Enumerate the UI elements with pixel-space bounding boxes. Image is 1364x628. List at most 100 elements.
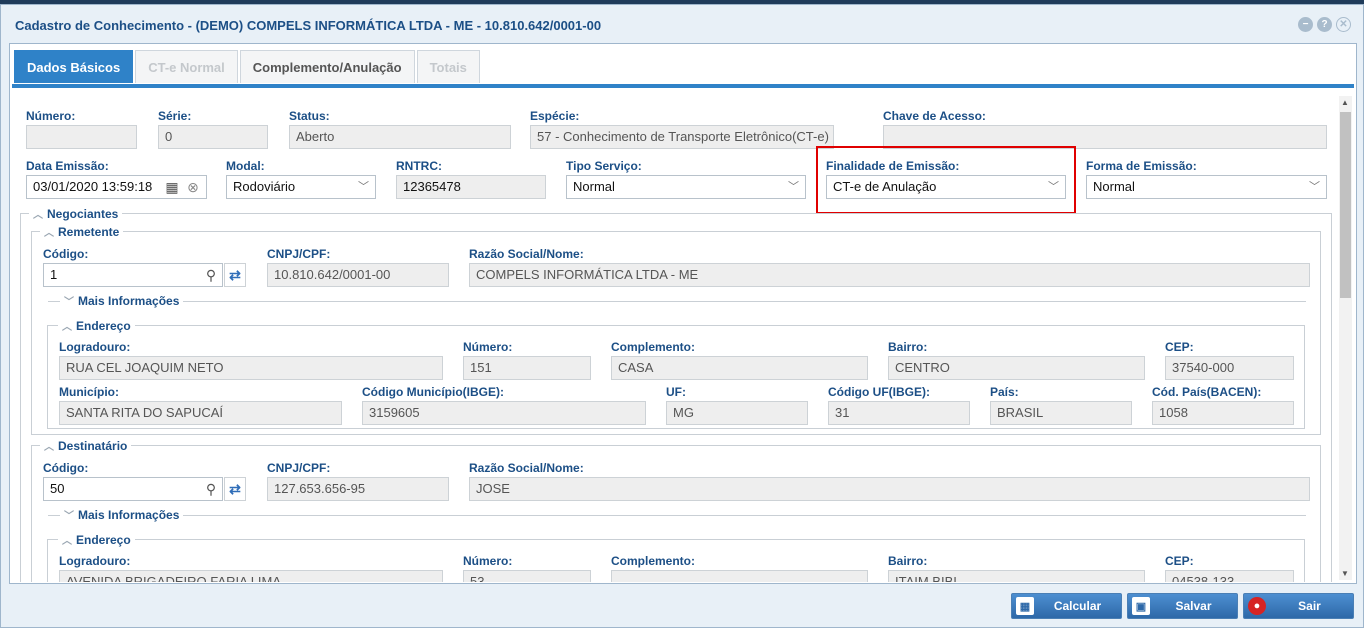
rem-cep-field[interactable]: 37540-000 [1165,356,1294,380]
refresh-icon[interactable]: ⇄ [224,477,246,501]
dest-logradouro-field[interactable]: AVENIDA BRIGADEIRO FARIA LIMA [59,570,443,582]
calendar-icon[interactable]: ▦ [162,176,182,198]
rem-numero-field[interactable]: 151 [463,356,591,380]
especie-label: Espécie: [530,109,580,123]
rem-cod-uf-label: Código UF(IBGE): [828,385,930,399]
forma-emissao-value: Normal [1093,179,1135,194]
rem-municipio-field[interactable]: SANTA RITA DO SAPUCAÍ [59,401,342,425]
rem-cod-mun-label: Código Município(IBGE): [362,385,504,399]
scroll-down-icon[interactable]: ▼ [1341,569,1349,578]
dest-codigo-field[interactable]: 50 [43,477,223,501]
forma-emissao-select[interactable]: Normal ﹀ [1086,175,1327,199]
dest-bairro-field[interactable]: ITAIM BIBI [888,570,1145,582]
chevron-down-icon: ﹀ [1309,181,1320,193]
chave-label: Chave de Acesso: [883,109,986,123]
rem-cnpj-field[interactable]: 10.810.642/0001-00 [267,263,449,287]
rem-cod-uf-field[interactable]: 31 [828,401,970,425]
modal-select[interactable]: Rodoviário ﹀ [226,175,376,199]
tipo-servico-select[interactable]: Normal ﹀ [566,175,806,199]
rem-complemento-field[interactable]: CASA [611,356,868,380]
serie-field[interactable]: 0 [158,125,268,149]
dest-complemento-field[interactable] [611,570,868,582]
chevron-down-icon: ﹀ [358,181,369,193]
save-icon: ▣ [1132,597,1150,615]
chevron-down-icon: ﹀ [64,511,74,522]
rem-uf-field[interactable]: MG [666,401,808,425]
dest-endereco-legend[interactable]: ︿ Endereço [58,532,135,547]
rem-codigo-field[interactable]: 1 [43,263,223,287]
modal-value: Rodoviário [233,179,296,194]
serie-label: Série: [158,109,192,123]
dest-logradouro-label: Logradouro: [59,554,131,568]
rem-pais-field[interactable]: BRASIL [990,401,1132,425]
rem-razao-label: Razão Social/Nome: [469,247,584,261]
dest-codigo-label: Código: [43,461,89,475]
remetente-legend[interactable]: ︿ Remetente [40,224,124,239]
vertical-scrollbar[interactable]: ▲ ▼ [1339,96,1352,580]
divider [48,515,1306,516]
rem-cod-mun-field[interactable]: 3159605 [362,401,646,425]
numero-field[interactable] [26,125,137,149]
salvar-button[interactable]: ▣ Salvar [1127,593,1238,619]
refresh-icon[interactable]: ⇄ [224,263,246,287]
dest-cep-field[interactable]: 04538-133 [1165,570,1294,582]
scrollbar-thumb[interactable] [1340,112,1351,298]
sair-button[interactable]: ● Sair [1243,593,1354,619]
tab-strip: Dados Básicos CT-e Normal Complemento/An… [14,50,480,83]
rem-numero-label: Número: [463,340,513,354]
dest-cnpj-label: CNPJ/CPF: [267,461,331,475]
search-icon[interactable]: ⚲ [200,478,222,500]
scroll-up-icon[interactable]: ▲ [1341,98,1349,107]
title-bar: Cadastro de Conhecimento - (DEMO) COMPEL… [1,5,1363,43]
status-field[interactable]: Aberto [289,125,511,149]
rem-cep-label: CEP: [1165,340,1194,354]
chevron-up-icon: ︿ [44,442,54,453]
data-emissao-value: 03/01/2020 13:59:18 [33,179,153,194]
dest-numero-label: Número: [463,554,513,568]
tab-content: Número: Série: 0 Status: Aberto Espécie:… [12,88,1336,582]
tab-complemento-anulacao[interactable]: Complemento/Anulação [239,50,415,83]
calcular-button[interactable]: ▦ Calcular [1011,593,1122,619]
rem-municipio-label: Município: [59,385,119,399]
rem-cod-pais-label: Cód. País(BACEN): [1152,385,1262,399]
rem-codigo-label: Código: [43,247,89,261]
dest-cnpj-field[interactable]: 127.653.656-95 [267,477,449,501]
rem-endereco-legend[interactable]: ︿ Endereço [58,318,135,333]
tab-dados-basicos[interactable]: Dados Básicos [14,50,134,83]
chevron-up-icon: ︿ [33,210,43,221]
chevron-up-icon: ︿ [44,228,54,239]
numero-label: Número: [26,109,76,123]
dest-cep-label: CEP: [1165,554,1194,568]
negociantes-legend[interactable]: ︿ Negociantes [29,206,123,221]
dest-mais-info-toggle[interactable]: ﹀ Mais Informações [60,507,184,522]
dest-razao-field[interactable]: JOSE [469,477,1310,501]
chevron-down-icon: ﹀ [1048,181,1059,193]
rem-logradouro-label: Logradouro: [59,340,131,354]
chevron-down-icon: ﹀ [788,181,799,193]
forma-emissao-label: Forma de Emissão: [1086,159,1197,173]
divider [48,301,1306,302]
rntrc-label: RNTRC: [396,159,442,173]
rem-cod-pais-field[interactable]: 1058 [1152,401,1294,425]
tipo-servico-label: Tipo Serviço: [566,159,642,173]
help-icon[interactable]: ? [1317,17,1332,32]
search-icon[interactable]: ⚲ [200,264,222,286]
minimize-icon[interactable]: − [1298,17,1313,32]
status-label: Status: [289,109,330,123]
clear-icon[interactable]: ⊗ [183,176,203,198]
finalidade-label: Finalidade de Emissão: [826,159,960,173]
close-icon[interactable]: ✕ [1336,17,1351,32]
especie-field[interactable]: 57 - Conhecimento de Transporte Eletrôni… [530,125,834,149]
rem-mais-info-toggle[interactable]: ﹀ Mais Informações [60,293,184,308]
rem-logradouro-field[interactable]: RUA CEL JOAQUIM NETO [59,356,443,380]
dest-complemento-label: Complemento: [611,554,695,568]
rntrc-field[interactable]: 12365478 [396,175,546,199]
dest-numero-field[interactable]: 53 [463,570,591,582]
chevron-up-icon: ︿ [62,322,72,333]
destinatario-legend[interactable]: ︿ Destinatário [40,438,132,453]
rem-razao-field[interactable]: COMPELS INFORMÁTICA LTDA - ME [469,263,1310,287]
rem-pais-label: País: [990,385,1019,399]
finalidade-select[interactable]: CT-e de Anulação ﹀ [826,175,1066,199]
rem-bairro-field[interactable]: CENTRO [888,356,1145,380]
window-title: Cadastro de Conhecimento - (DEMO) COMPEL… [15,18,602,33]
